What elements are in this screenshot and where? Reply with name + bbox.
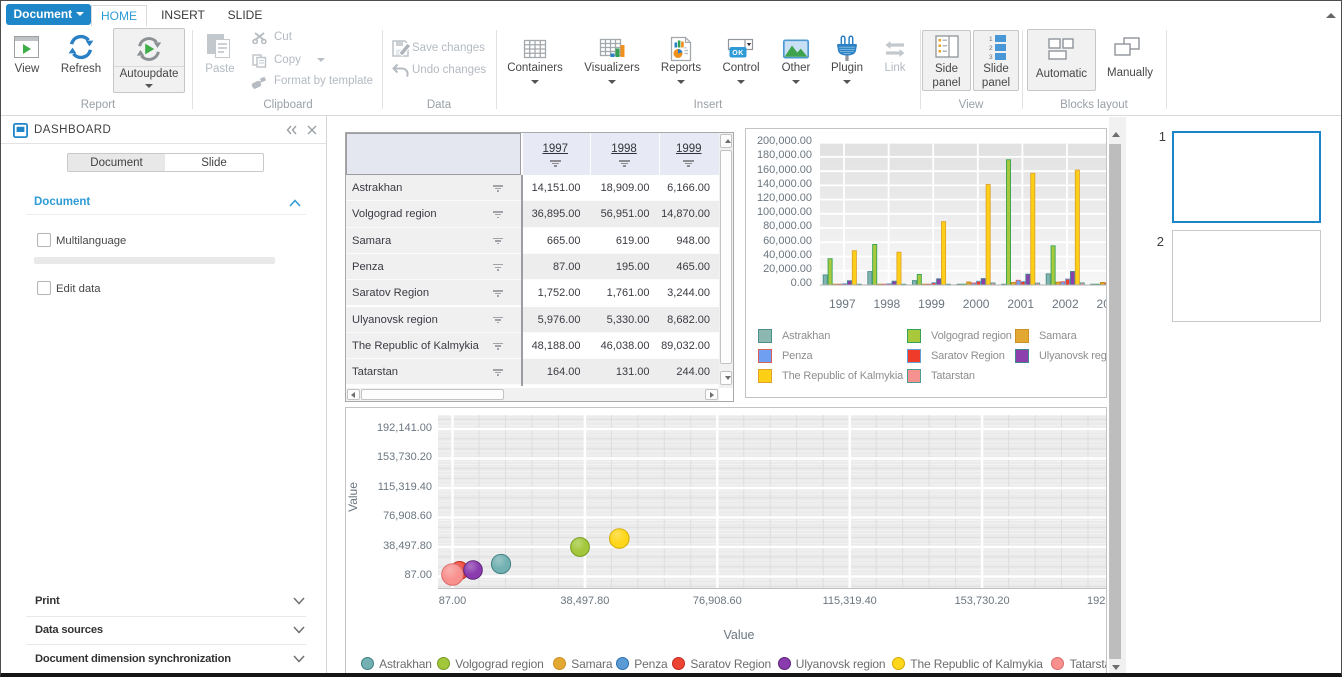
svg-text:3: 3: [989, 54, 993, 60]
svg-text:1: 1: [989, 36, 993, 43]
svg-text:2: 2: [989, 45, 993, 52]
svg-text:OK: OK: [732, 50, 744, 57]
